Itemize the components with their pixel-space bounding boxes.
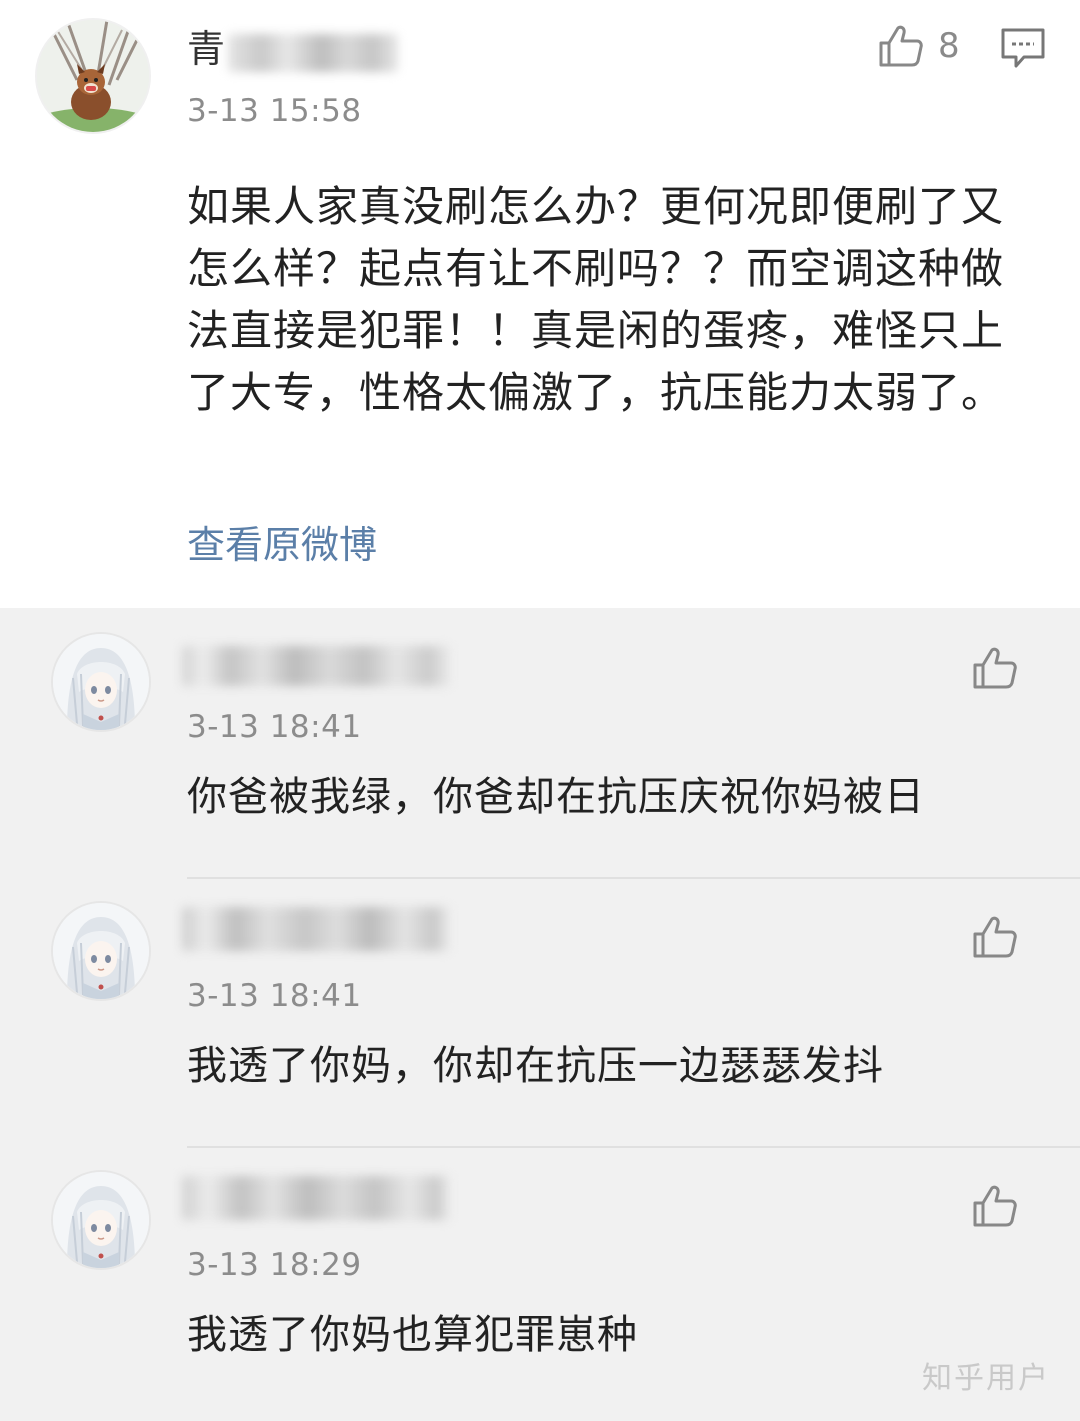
comment-text: 如果人家真没刷怎么办？更何况即便刷了又怎么样？起点有让不刷吗？？而空调这种做法直… xyxy=(187,182,1005,417)
reply-item: 3-13 18:41 你爸被我绿，你爸却在抗压庆祝你妈被日 xyxy=(0,610,1080,878)
reply-text: 我透了你妈，你却在抗压一边瑟瑟发抖 xyxy=(187,1043,884,1089)
thumbs-up-icon xyxy=(973,916,1017,958)
anime-girl-avatar-image xyxy=(53,634,149,730)
like-button[interactable] xyxy=(972,915,1018,959)
thumbs-up-icon xyxy=(973,647,1017,689)
timestamp: 3-13 18:29 xyxy=(187,1247,362,1283)
reply-item: 3-13 18:41 我透了你妈，你却在抗压一边瑟瑟发抖 xyxy=(0,879,1080,1147)
comment-bubble-icon xyxy=(1001,28,1045,68)
like-count: 8 xyxy=(938,26,960,66)
user-avatar[interactable] xyxy=(53,1172,149,1268)
dog-avatar-image xyxy=(37,20,149,132)
username[interactable]: 青 xyxy=(187,30,225,68)
reply-button[interactable] xyxy=(1000,27,1046,73)
user-avatar[interactable] xyxy=(53,634,149,730)
anime-girl-avatar-image xyxy=(53,903,149,999)
username-redacted xyxy=(228,34,398,72)
reply-text: 你爸被我绿，你爸却在抗压庆祝你妈被日 xyxy=(187,774,925,820)
username-redacted xyxy=(182,907,450,951)
user-avatar[interactable] xyxy=(53,903,149,999)
timestamp: 3-13 18:41 xyxy=(187,709,362,745)
watermark: 知乎用户 xyxy=(922,1361,1050,1396)
view-original-weibo-link[interactable]: 查看原微博 xyxy=(187,526,377,564)
thumbs-up-icon xyxy=(879,25,923,67)
username-redacted xyxy=(182,646,450,686)
timestamp: 3-13 18:41 xyxy=(187,978,362,1014)
anime-girl-avatar-image xyxy=(53,1172,149,1268)
reply-item: 3-13 18:29 我透了你妈也算犯罪崽种 xyxy=(0,1148,1080,1416)
timestamp: 3-13 15:58 xyxy=(187,93,362,129)
like-button[interactable] xyxy=(972,1184,1018,1228)
main-comment: 青 3-13 15:58 8 如果人家真没刷怎么办？更何况即便刷了又怎么样？起点… xyxy=(0,0,1080,608)
reply-text: 我透了你妈也算犯罪崽种 xyxy=(187,1312,638,1358)
username-redacted xyxy=(182,1176,450,1220)
like-button[interactable] xyxy=(972,646,1018,690)
like-button[interactable]: 8 xyxy=(878,24,960,68)
thumbs-up-icon xyxy=(973,1185,1017,1227)
user-avatar[interactable] xyxy=(37,20,149,132)
